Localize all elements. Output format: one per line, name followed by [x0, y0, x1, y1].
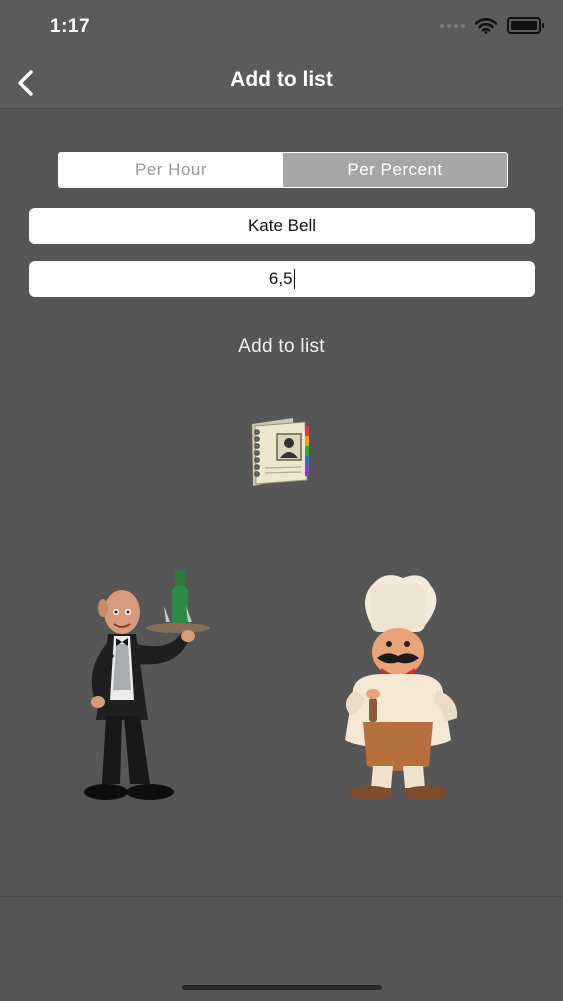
waiter-figurine — [84, 570, 210, 800]
segment-per-percent[interactable]: Per Percent — [283, 153, 507, 187]
page-title: Add to list — [230, 68, 333, 91]
contacts-book-icon[interactable] — [243, 416, 319, 488]
rate-field[interactable]: 6,5 — [29, 261, 535, 297]
add-to-list-button[interactable]: Add to list — [0, 336, 563, 358]
home-indicator — [182, 985, 382, 990]
navigation-bar: Add to list — [0, 56, 563, 109]
status-bar: 1:17 — [0, 0, 563, 56]
battery-icon — [507, 17, 544, 34]
bottom-toolbar — [0, 896, 563, 1001]
chef-figurine — [345, 575, 458, 800]
rate-field-value: 6,5 — [268, 269, 293, 288]
rate-type-segmented-control[interactable]: Per Hour Per Percent — [58, 152, 508, 188]
name-field-value: Kate Bell — [247, 216, 317, 235]
signal-icon — [440, 23, 465, 28]
wifi-icon — [475, 17, 497, 34]
name-field[interactable]: Kate Bell — [29, 208, 535, 244]
segment-per-hour[interactable]: Per Hour — [59, 153, 283, 187]
text-cursor — [293, 269, 296, 289]
status-time: 1:17 — [50, 16, 91, 37]
status-icons — [440, 17, 544, 34]
